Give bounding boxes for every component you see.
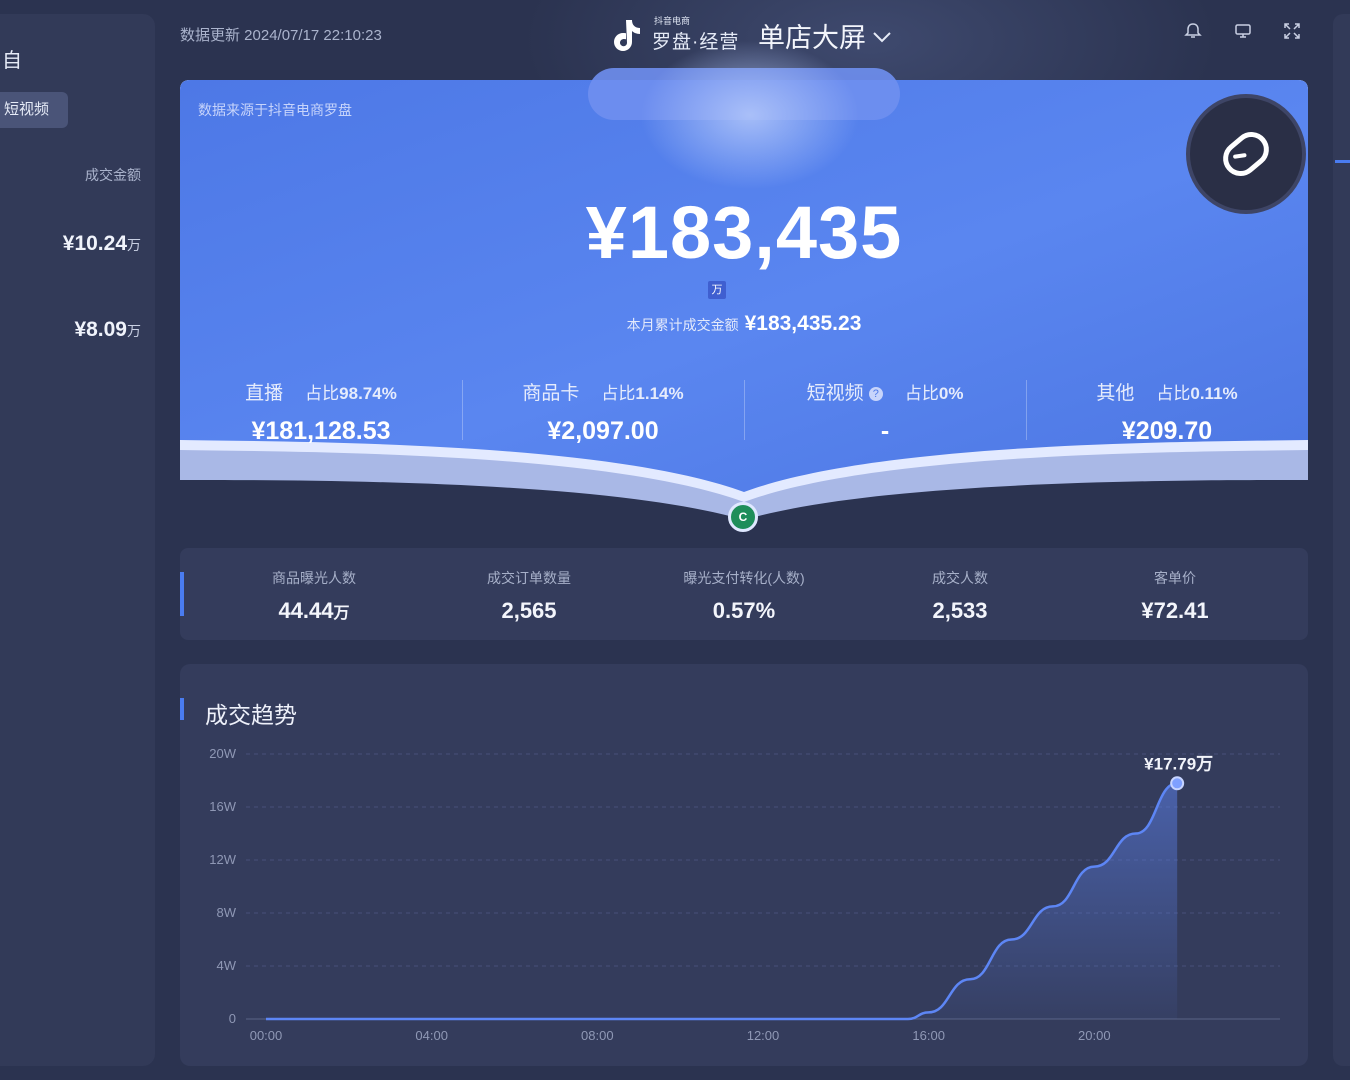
blurred-shop-name xyxy=(640,40,860,190)
channel-value: ¥2,097.00 xyxy=(547,417,659,445)
channel-name: 商品卡 xyxy=(522,383,580,404)
channel-name: 短视频 xyxy=(806,383,864,404)
left-row-value: ¥10.24万 xyxy=(62,232,141,255)
x-tick-label: 00:00 xyxy=(250,1028,283,1043)
metric-conversion-rate: 曝光支付转化(人数) 0.57% xyxy=(636,568,852,624)
metric-order-count: 成交订单数量 2,565 xyxy=(421,568,637,624)
x-tick-label: 20:00 xyxy=(1078,1028,1111,1043)
x-tick-label: 16:00 xyxy=(912,1028,945,1043)
channel-share: 0% xyxy=(938,384,964,403)
metric-label: 曝光支付转化(人数) xyxy=(683,570,805,586)
data-point xyxy=(1170,776,1185,791)
mouse-icon[interactable] xyxy=(1186,94,1306,214)
metric-label: 成交订单数量 xyxy=(487,570,571,586)
channel-share: 98.74% xyxy=(339,384,397,403)
channel-share: 1.14% xyxy=(635,384,684,403)
update-timestamp: 数据更新 2024/07/17 22:10:23 xyxy=(180,27,382,44)
metrics-bar: 商品曝光人数 44.44万 成交订单数量 2,565 曝光支付转化(人数) 0.… xyxy=(180,548,1308,640)
left-column-header: 成交金额 xyxy=(85,167,141,183)
channel-value: - xyxy=(880,417,890,445)
right-panel-edge xyxy=(1333,14,1350,1066)
metric-label: 客单价 xyxy=(1154,570,1196,586)
metric-exposure-users: 商品曝光人数 44.44万 xyxy=(206,568,422,624)
bell-icon[interactable] xyxy=(1178,16,1208,46)
x-tick-label: 08:00 xyxy=(581,1028,614,1043)
trend-card: 成交趋势 0 4W 8W 12W 16W 20W 00:00 04:00 08:00 12:00 1… xyxy=(180,664,1308,1066)
trend-area xyxy=(266,783,1178,1019)
metric-value: 2,533 xyxy=(932,598,988,623)
monitor-icon[interactable] xyxy=(1228,16,1258,46)
x-tick-label: 04:00 xyxy=(415,1028,448,1043)
channel-value: ¥209.70 xyxy=(1121,417,1213,445)
left-panel-title-fragment: 自 xyxy=(2,50,22,72)
channel-name: 其他 xyxy=(1096,383,1135,404)
y-tick-label: 4W xyxy=(217,958,237,973)
metric-label: 商品曝光人数 xyxy=(272,570,356,586)
brand-badge-icon: C xyxy=(728,502,758,532)
metric-value: 44.44万 xyxy=(278,598,350,623)
data-source-note: 数据来源于抖音电商罗盘 xyxy=(198,102,352,118)
monthly-cumulative: 本月累计成交金额 ¥183,435.23 xyxy=(180,312,1308,336)
left-row-value: ¥8.09万 xyxy=(74,318,141,341)
channel-other: 其他 占比0.11% ¥209.70 xyxy=(1026,378,1308,446)
y-tick-label: 12W xyxy=(209,852,236,867)
metric-buyer-count: 成交人数 2,533 xyxy=(852,568,1068,624)
total-gmv: ¥183,435 xyxy=(585,191,903,274)
metric-avg-order-value: 客单价 ¥72.41 xyxy=(1067,568,1283,624)
metric-value: 0.57% xyxy=(712,598,776,623)
metric-value: ¥72.41 xyxy=(1141,598,1209,623)
channel-product-card: 商品卡 占比1.14% ¥2,097.00 xyxy=(462,378,744,446)
channel-share: 0.11% xyxy=(1190,384,1238,403)
cumulative-value: ¥183,435.23 xyxy=(744,312,862,335)
y-tick-label: 0 xyxy=(229,1011,236,1026)
x-tick-label: 12:00 xyxy=(747,1028,780,1043)
end-value-label: ¥17.79万 xyxy=(1144,754,1213,773)
metric-value: 2,565 xyxy=(501,598,557,623)
channel-name: 直播 xyxy=(245,383,284,404)
trend-chart: 0 4W 8W 12W 16W 20W 00:00 04:00 08:00 12:00 16:00 2… xyxy=(209,746,1280,1043)
y-tick-label: 20W xyxy=(209,746,236,761)
channel-short-video: 短视频 ? 占比0% - xyxy=(744,378,1026,446)
total-unit-badge: 万 xyxy=(708,281,726,299)
cumulative-label: 本月累计成交金额 xyxy=(626,317,739,333)
channel-value: ¥181,128.53 xyxy=(251,417,391,445)
fullscreen-icon[interactable] xyxy=(1277,16,1307,46)
help-icon[interactable]: ? xyxy=(868,387,883,401)
y-tick-label: 16W xyxy=(209,799,236,814)
tab-short-video[interactable]: 短视频 xyxy=(0,92,68,128)
chevron-down-icon xyxy=(872,20,892,51)
brand-subtitle: 抖音电商 xyxy=(654,16,691,26)
y-tick-label: 8W xyxy=(217,905,237,920)
channel-live: 直播 占比98.74% ¥181,128.53 xyxy=(180,378,462,446)
metric-label: 成交人数 xyxy=(932,570,988,586)
gmv-hero-card: 数据来源于抖音电商罗盘 ¥183,435 万 本月累计成交金额 ¥183,435.… xyxy=(180,40,1308,522)
accent-bar xyxy=(180,572,184,616)
